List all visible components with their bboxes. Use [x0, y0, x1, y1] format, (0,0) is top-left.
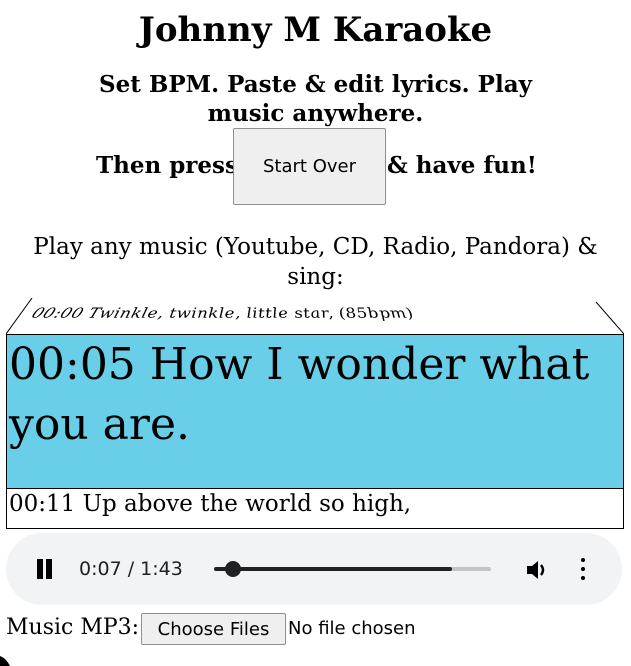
seek-slider[interactable]: [214, 567, 491, 571]
more-vert-icon[interactable]: [579, 557, 587, 581]
file-status: No file chosen: [288, 618, 416, 639]
page-title: Johnny M Karaoke: [138, 10, 493, 50]
have-fun-text: & have fun!: [387, 152, 537, 179]
volume-icon[interactable]: [524, 558, 550, 582]
start-row: Then press Start Over & have fun!: [0, 128, 631, 206]
next-lyric-line: 00:11 Up above the world so high,: [6, 489, 624, 529]
choose-files-button[interactable]: Choose Files: [141, 613, 286, 645]
previous-lyric-panel: 00:00 Twinkle, twinkle, little star, (85…: [6, 298, 624, 334]
time-display: 0:07 / 1:43: [79, 558, 183, 580]
previous-lyric-line: 00:00 Twinkle, twinkle, little star, (85…: [28, 305, 419, 322]
instructions-text: Play any music (Youtube, CD, Radio, Pand…: [33, 234, 598, 290]
music-mp3-label: Music MP3:: [6, 615, 140, 640]
corner-decoration: [0, 656, 10, 666]
seek-thumb[interactable]: [224, 561, 241, 577]
pause-icon[interactable]: [36, 559, 54, 579]
seek-progress: [214, 567, 453, 571]
audio-player: 0:07 / 1:43: [6, 533, 622, 605]
current-lyric-line: 00:05 How I wonder what you are.: [6, 334, 624, 489]
start-over-button[interactable]: Start Over: [233, 128, 386, 205]
then-press-text: Then press: [96, 152, 238, 179]
page-subtitle: Set BPM. Paste & edit lyrics. Play music…: [99, 71, 532, 127]
